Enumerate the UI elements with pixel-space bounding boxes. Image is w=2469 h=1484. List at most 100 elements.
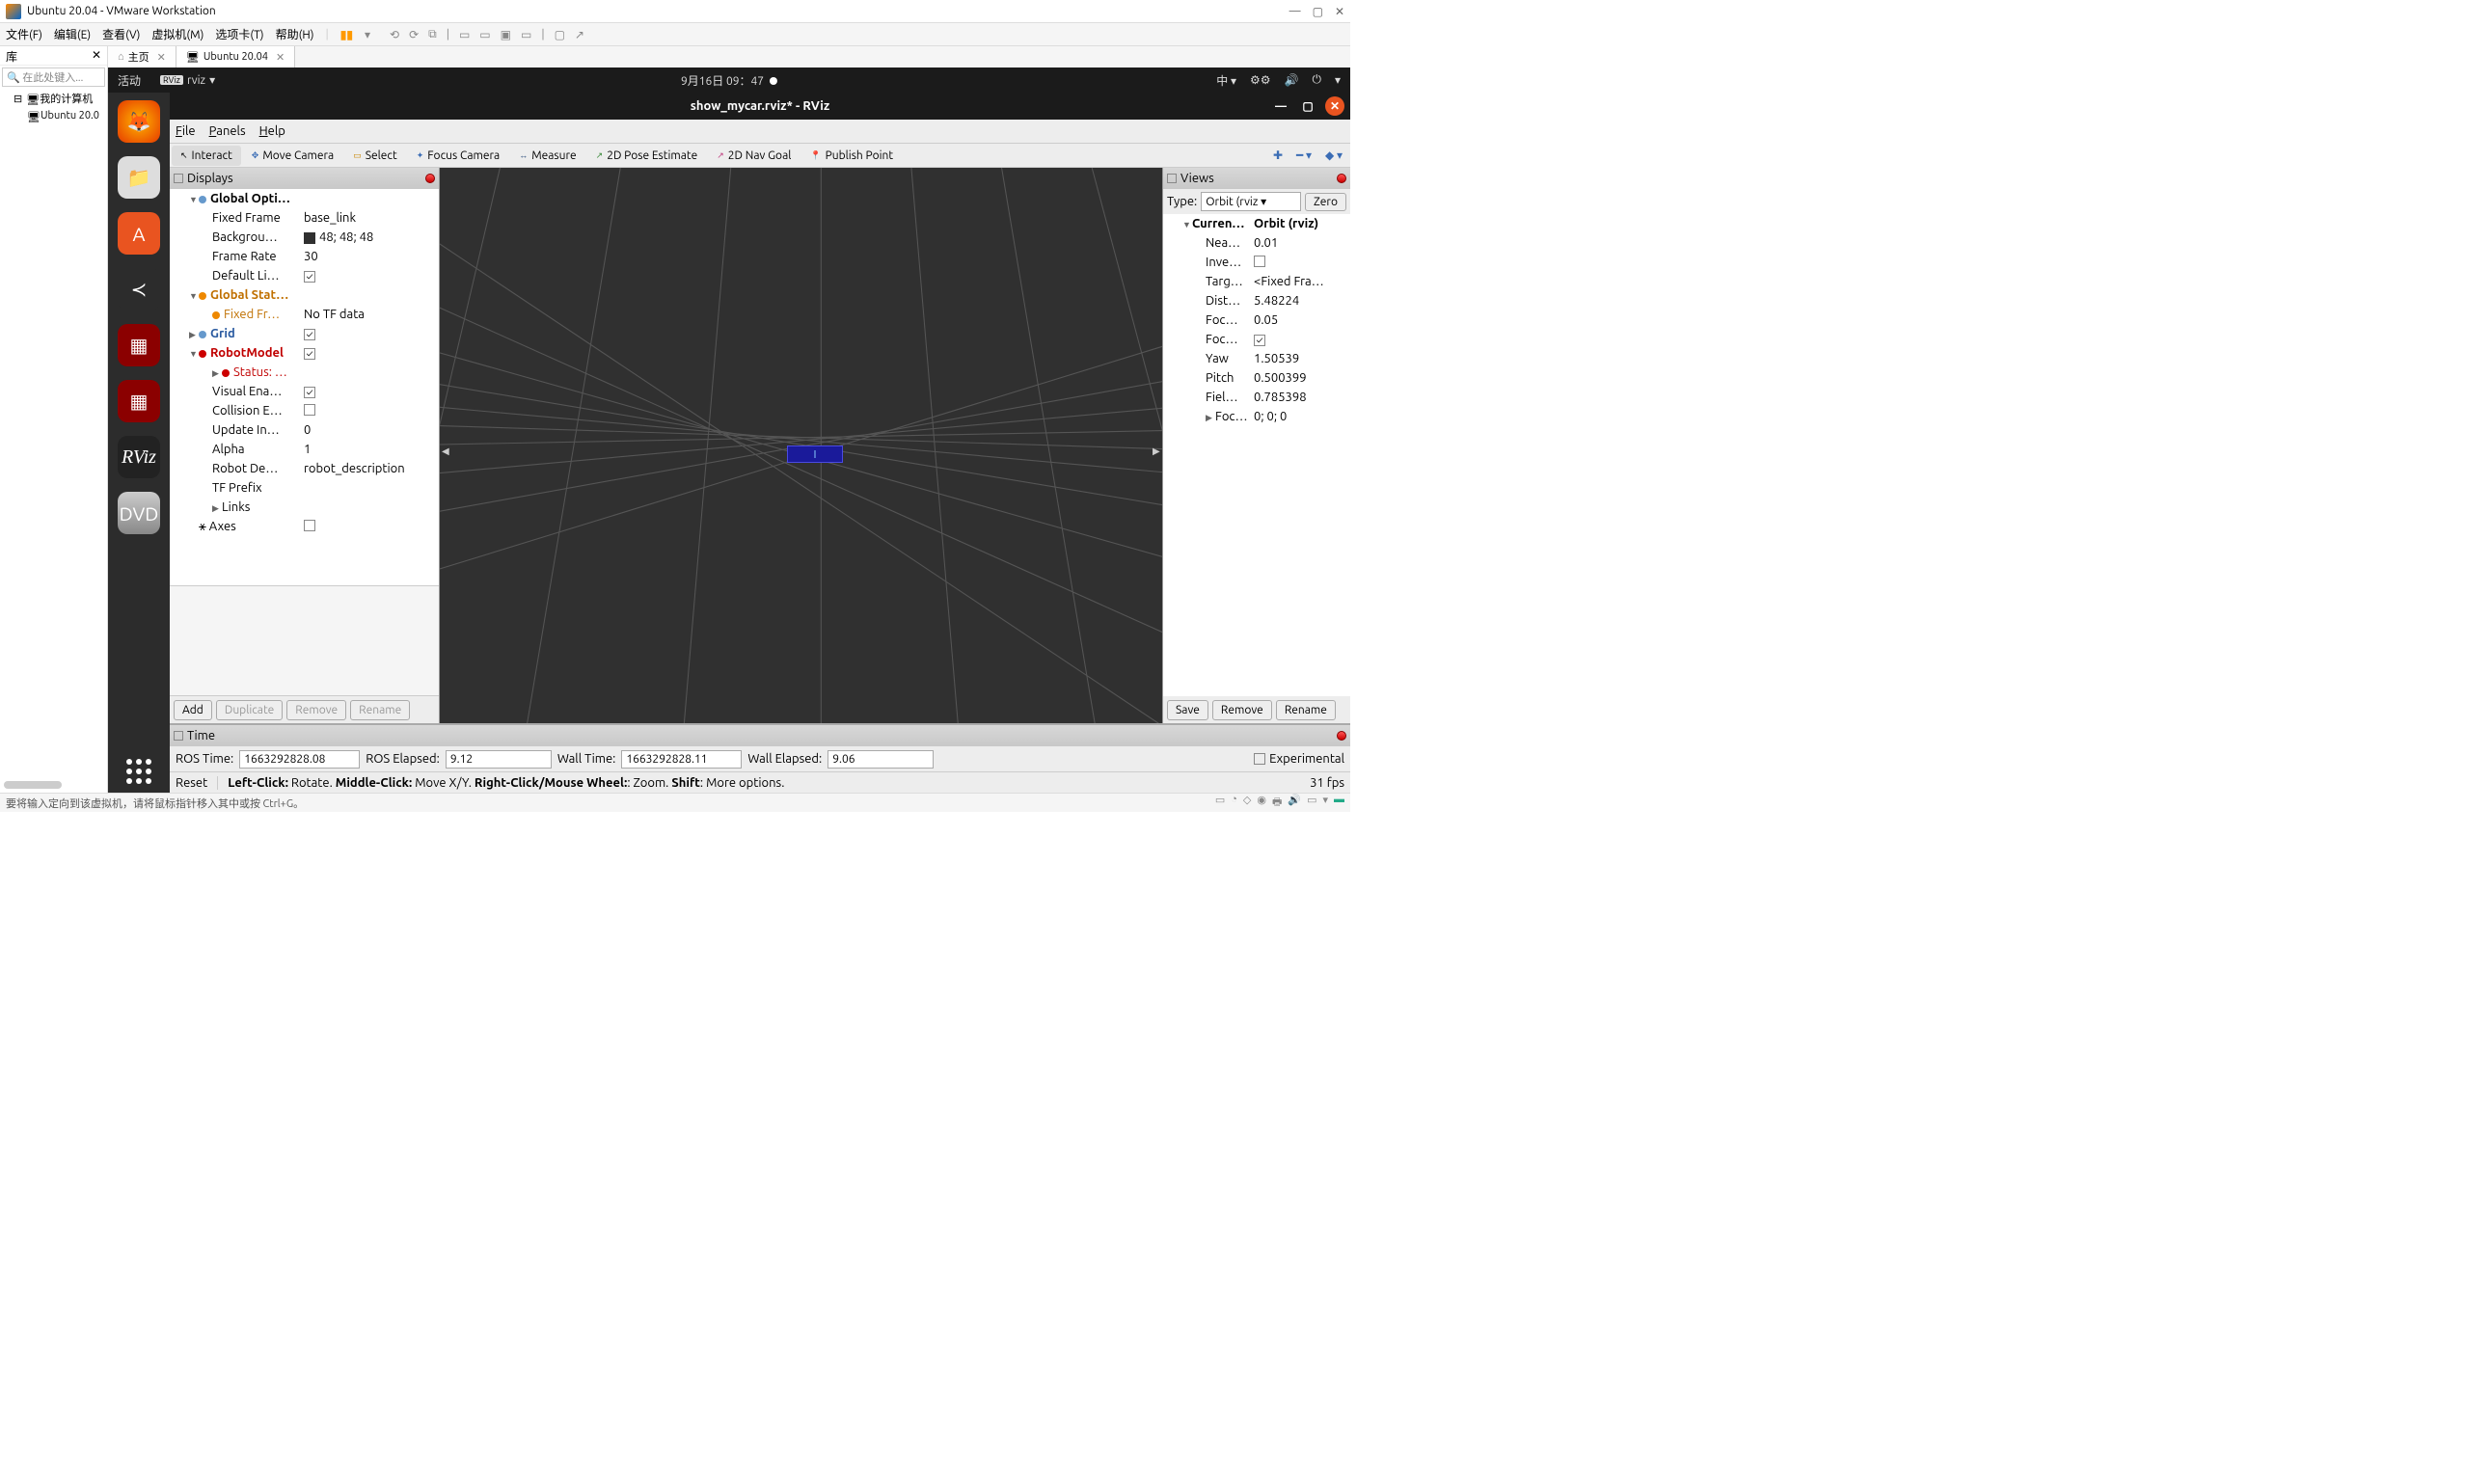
move-camera-button[interactable]: ✥Move Camera xyxy=(243,146,342,166)
terminal-icon[interactable]: ▦ xyxy=(118,324,160,366)
menu-vm[interactable]: 虚拟机(M) xyxy=(151,26,203,42)
device-icon[interactable]: ◇ xyxy=(1243,794,1251,812)
show-apps-icon[interactable] xyxy=(118,750,160,793)
zero-button[interactable]: Zero xyxy=(1305,193,1346,211)
maximize-icon[interactable]: ▢ xyxy=(1298,96,1317,116)
vscode-icon[interactable]: ≺ xyxy=(118,268,160,310)
menu-view[interactable]: 查看(V) xyxy=(102,26,140,42)
close-icon[interactable]: ✕ xyxy=(92,48,101,63)
snapshot-icon[interactable]: ⟳ xyxy=(409,28,419,41)
pose-estimate-button[interactable]: ↗2D Pose Estimate xyxy=(587,146,707,166)
tab-ubuntu[interactable]: 🖥Ubuntu 20.04✕ xyxy=(176,46,295,67)
rviz-3d-viewport[interactable]: ◀ ▶ xyxy=(440,168,1162,723)
network-icon[interactable]: ⚙⚙ xyxy=(1250,73,1271,87)
view-type-select[interactable]: Orbit (rviz ▾ xyxy=(1201,192,1301,211)
dropdown-icon[interactable]: ▾ xyxy=(1335,73,1341,87)
view-icon[interactable]: ▭ xyxy=(479,28,490,41)
power-icon[interactable]: ⏻ xyxy=(1312,73,1321,87)
interact-button[interactable]: ↖Interact xyxy=(172,146,241,166)
remove-button[interactable]: Remove xyxy=(1212,700,1272,720)
measure-button[interactable]: ↔Measure xyxy=(510,146,584,166)
dvd-icon[interactable]: DVD xyxy=(118,492,160,534)
firefox-icon[interactable]: 🦊 xyxy=(118,100,160,143)
duplicate-button[interactable]: Duplicate xyxy=(216,700,283,720)
device-icon[interactable]: ▭ xyxy=(1307,794,1316,812)
publish-point-button[interactable]: 📍Publish Point xyxy=(801,146,902,166)
undock-icon[interactable] xyxy=(1167,174,1177,183)
close-icon[interactable] xyxy=(1337,174,1346,183)
device-icon[interactable]: 🖶 xyxy=(1272,794,1282,812)
chevron-right-icon[interactable]: ▶ xyxy=(1153,445,1160,457)
reset-button[interactable]: Reset xyxy=(176,776,218,790)
menu-file[interactable]: File xyxy=(176,124,196,138)
save-button[interactable]: Save xyxy=(1167,700,1208,720)
menu-file[interactable]: 文件(F) xyxy=(6,26,42,42)
window-maximize-icon[interactable]: ▢ xyxy=(1313,5,1323,18)
clock[interactable]: 9月16日 09：47 xyxy=(681,72,777,89)
rename-button[interactable]: Rename xyxy=(350,700,410,720)
undock-icon[interactable] xyxy=(174,174,183,183)
pause-icon[interactable]: ▮▮ xyxy=(340,28,353,41)
menu-help[interactable]: 帮助(H) xyxy=(276,26,314,42)
unity-icon[interactable]: ↗ xyxy=(575,28,584,41)
software-icon[interactable]: A xyxy=(118,212,160,255)
rviz-titlebar[interactable]: show_mycar.rviz* - RViz — ▢ ✕ xyxy=(170,93,1350,120)
menu-panels[interactable]: Panels xyxy=(209,124,246,138)
device-icon[interactable]: ◔ xyxy=(1231,794,1237,812)
activities-button[interactable]: 活动 xyxy=(118,72,141,89)
snapshot-icon[interactable]: ⟲ xyxy=(390,28,399,41)
view-icon[interactable]: ▭ xyxy=(459,28,470,41)
device-icon[interactable]: ▬ xyxy=(1334,794,1344,812)
view-icon[interactable]: ▭ xyxy=(521,28,531,41)
close-icon[interactable] xyxy=(1337,731,1346,741)
terminal-icon[interactable]: ▦ xyxy=(118,380,160,422)
ros-time-field[interactable] xyxy=(239,750,360,769)
ime-indicator[interactable]: 中 ▾ xyxy=(1216,72,1236,89)
close-icon[interactable]: ✕ xyxy=(1325,96,1344,116)
add-tool-icon[interactable]: ✚ xyxy=(1267,148,1289,162)
minimize-icon[interactable]: — xyxy=(1271,96,1290,116)
device-icon[interactable]: 🔊 xyxy=(1288,794,1301,812)
tree-vm[interactable]: 🖥Ubuntu 20.0 xyxy=(0,108,107,123)
tab-home[interactable]: ⌂主页✕ xyxy=(108,46,176,67)
add-button[interactable]: Add xyxy=(174,700,212,720)
files-icon[interactable]: 📁 xyxy=(118,156,160,199)
remove-tool-icon[interactable]: ━ ▾ xyxy=(1290,148,1317,162)
views-tree[interactable]: ▼Curren…Orbit (rviz) Nea…0.01 Inve… Targ… xyxy=(1163,214,1350,696)
app-menu[interactable]: RVizrviz ▾ xyxy=(160,73,215,87)
nav-goal-button[interactable]: ↗2D Nav Goal xyxy=(708,146,800,166)
displays-tree[interactable]: ▼Global Opti… Fixed Framebase_link Backg… xyxy=(170,189,439,585)
library-search[interactable]: 🔍 在此处键入... xyxy=(2,67,105,87)
close-icon[interactable]: ✕ xyxy=(157,51,166,64)
remove-button[interactable]: Remove xyxy=(286,700,346,720)
undock-icon[interactable] xyxy=(174,731,183,741)
tree-root[interactable]: ⊟🖥我的计算机 xyxy=(0,89,107,108)
chevron-left-icon[interactable]: ◀ xyxy=(442,445,449,457)
menu-edit[interactable]: 编辑(E) xyxy=(54,26,91,42)
focus-camera-button[interactable]: ✦Focus Camera xyxy=(408,146,508,166)
displays-panel: Displays ▼Global Opti… Fixed Framebase_l… xyxy=(170,168,440,723)
volume-icon[interactable]: 🔊 xyxy=(1285,73,1299,87)
sidebar-scrollbar[interactable] xyxy=(4,781,62,789)
device-icon[interactable]: ▭ xyxy=(1215,794,1225,812)
select-button[interactable]: ▭Select xyxy=(344,146,406,166)
rviz-app-icon[interactable]: RViz xyxy=(118,436,160,478)
close-icon[interactable] xyxy=(425,174,435,183)
device-icon[interactable]: ◉ xyxy=(1257,794,1266,812)
snapshot-manager-icon[interactable]: ⧉ xyxy=(428,28,437,41)
view-icon[interactable]: ▣ xyxy=(501,28,511,41)
ros-elapsed-field[interactable] xyxy=(446,750,552,769)
rename-button[interactable]: Rename xyxy=(1276,700,1336,720)
dropdown-icon[interactable]: ▾ xyxy=(365,28,370,41)
experimental-checkbox[interactable]: Experimental xyxy=(1254,752,1344,766)
close-icon[interactable]: ✕ xyxy=(276,51,285,64)
tool-dropdown-icon[interactable]: ◆ ▾ xyxy=(1319,148,1348,162)
wall-time-field[interactable] xyxy=(621,750,742,769)
menu-help[interactable]: Help xyxy=(259,124,285,138)
menu-tabs[interactable]: 选项卡(T) xyxy=(215,26,263,42)
fullscreen-icon[interactable]: ▢ xyxy=(555,28,565,41)
window-minimize-icon[interactable]: — xyxy=(1289,5,1301,18)
window-close-icon[interactable]: ✕ xyxy=(1335,5,1344,18)
device-icon[interactable]: ▾ xyxy=(1322,794,1328,812)
wall-elapsed-field[interactable] xyxy=(828,750,934,769)
